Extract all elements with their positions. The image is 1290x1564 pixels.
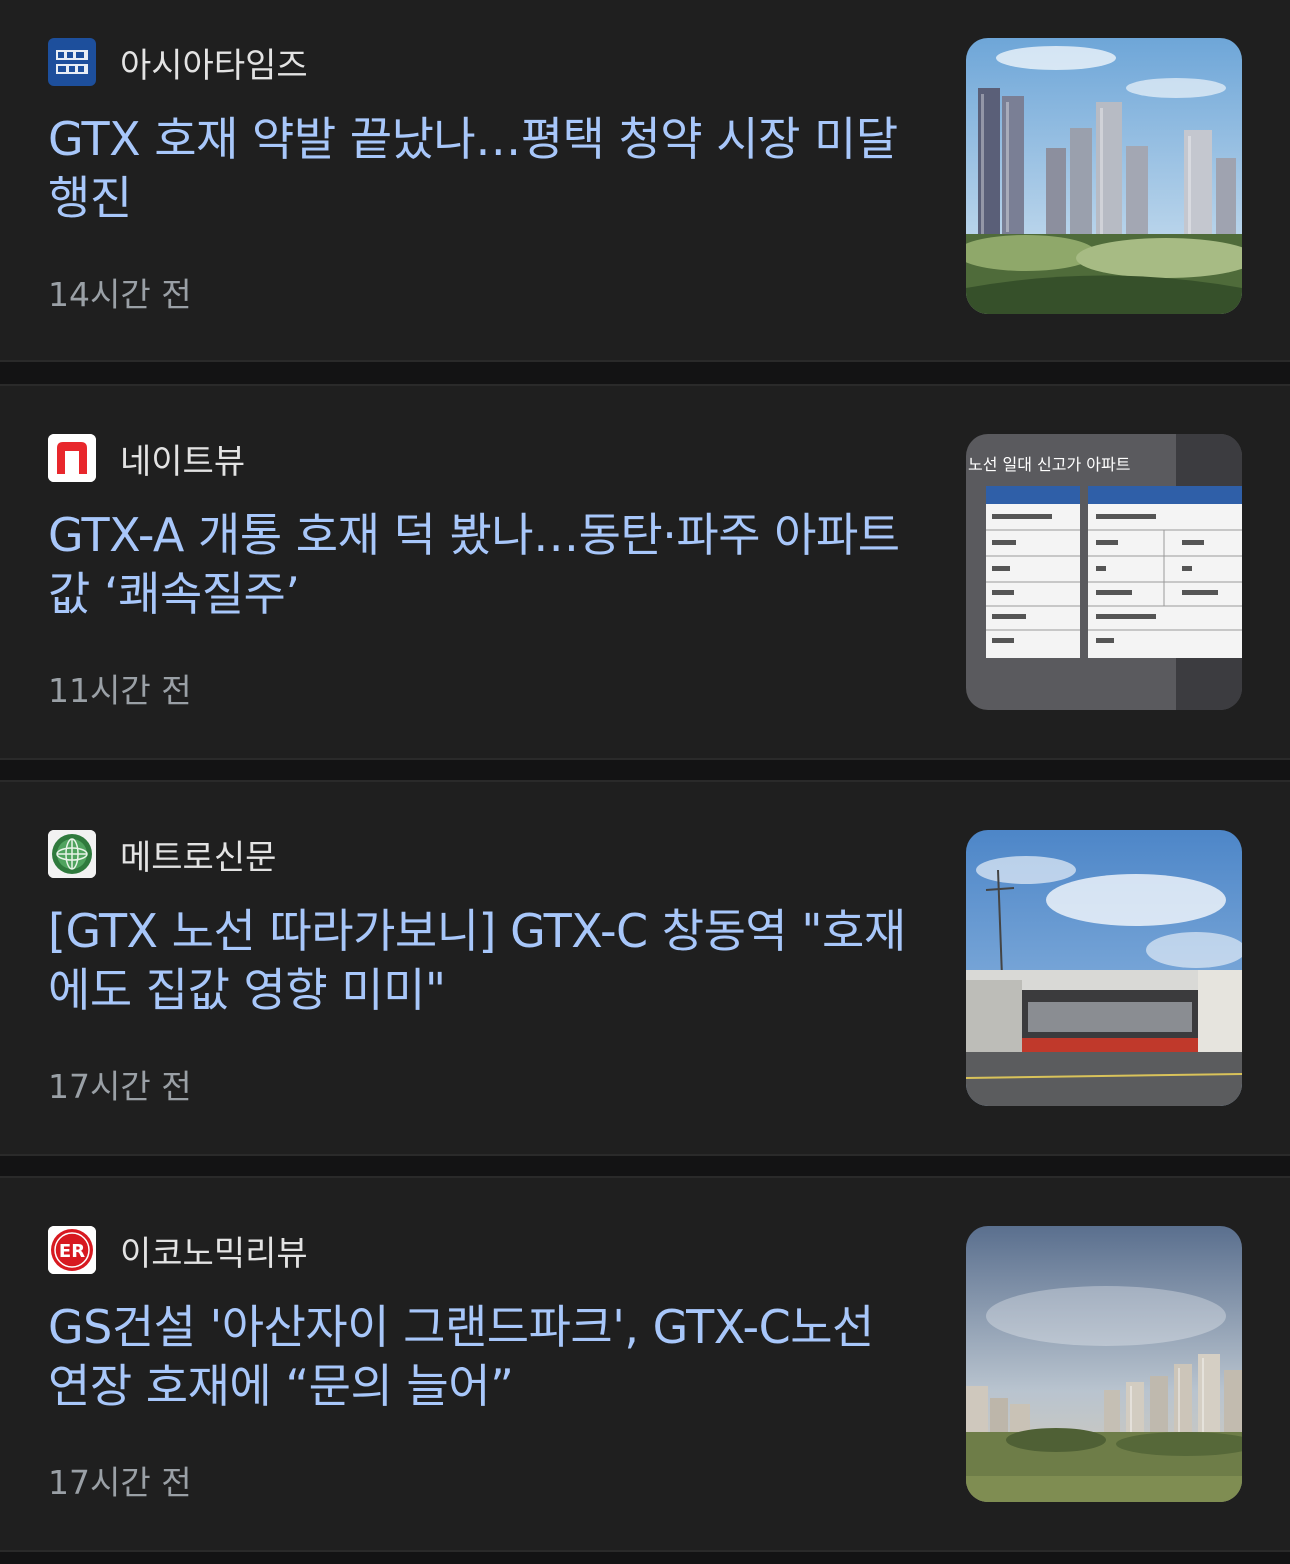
apartment-rendering-thumbnail[interactable] [966, 1226, 1242, 1502]
timestamp: 17시간 전 [48, 1067, 192, 1106]
headline-link[interactable]: GS건설 '아산자이 그랜드파크', GTX-C노선 연장 호재에 “문의 늘어… [48, 1298, 918, 1416]
headline-link[interactable]: GTX-A 개통 호재 덕 봤나…동탄·파주 아파트값 ‘쾌속질주’ [48, 506, 918, 624]
news-source: 네이트뷰 [48, 434, 245, 482]
timestamp: 17시간 전 [48, 1463, 192, 1502]
source-name: 네이트뷰 [120, 441, 246, 482]
source-name: 아시아타임즈 [120, 45, 308, 86]
news-card[interactable]: ER 이코노믹리뷰 GS건설 '아산자이 그랜드파크', GTX-C노선 연장 … [0, 1176, 1290, 1552]
news-feed: 아시아타임즈 GTX 호재 약발 끝났나…평택 청약 시장 미달 행진 14시간… [0, 0, 1290, 1564]
thumbnail-caption: 노선 일대 신고가 아파트 [968, 455, 1130, 474]
nateview-logo-icon [48, 434, 96, 482]
news-source: 메트로신문 [48, 830, 276, 878]
headline-link[interactable]: GTX 호재 약발 끝났나…평택 청약 시장 미달 행진 [48, 110, 918, 228]
source-name: 메트로신문 [120, 837, 277, 878]
news-source: ER 이코노믹리뷰 [48, 1226, 308, 1274]
er-logo-text: ER [59, 1241, 85, 1262]
news-card[interactable]: 네이트뷰 GTX-A 개통 호재 덕 봤나…동탄·파주 아파트값 ‘쾌속질주’ … [0, 384, 1290, 760]
timestamp: 11시간 전 [48, 671, 192, 710]
timestamp: 14시간 전 [48, 275, 192, 314]
headline-link[interactable]: [GTX 노선 따라가보니] GTX-C 창동역 "호재에도 집값 영향 미미" [48, 902, 918, 1020]
economic-review-logo-icon: ER [48, 1226, 96, 1274]
news-source: 아시아타임즈 [48, 38, 308, 86]
asiatimes-logo-icon [48, 38, 96, 86]
apartment-table-thumbnail[interactable]: 노선 일대 신고가 아파트 [966, 434, 1242, 710]
news-card[interactable]: 메트로신문 [GTX 노선 따라가보니] GTX-C 창동역 "호재에도 집값 … [0, 780, 1290, 1156]
apartment-complex-thumbnail[interactable] [966, 38, 1242, 314]
news-card[interactable]: 아시아타임즈 GTX 호재 약발 끝났나…평택 청약 시장 미달 행진 14시간… [0, 0, 1290, 362]
source-name: 이코노믹리뷰 [120, 1233, 308, 1274]
station-construction-thumbnail[interactable] [966, 830, 1242, 1106]
metro-logo-icon [48, 830, 96, 878]
